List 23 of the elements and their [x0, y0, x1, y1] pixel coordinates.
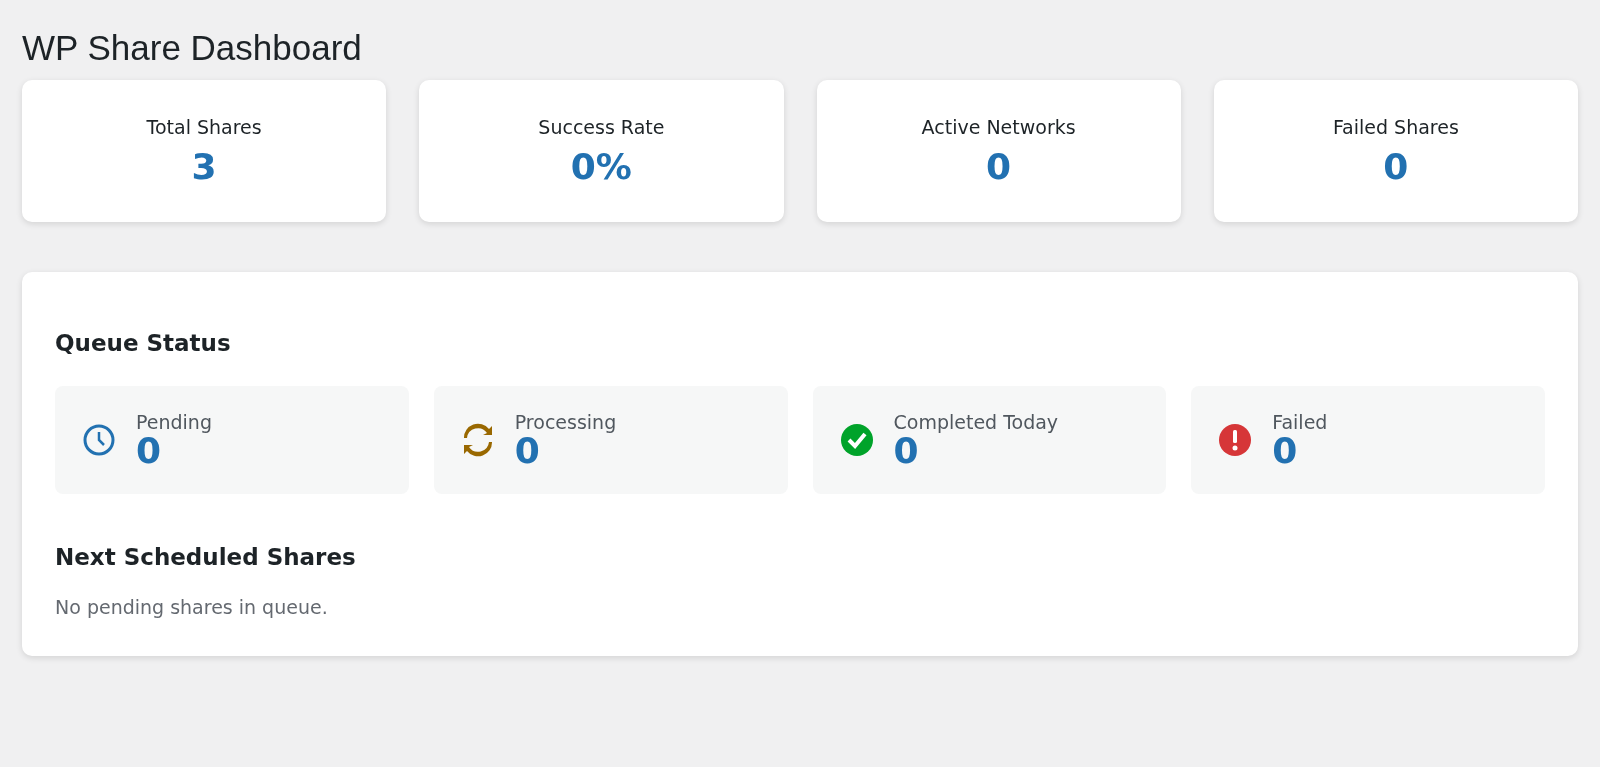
queue-label: Processing	[514, 411, 617, 433]
stat-value: 0	[986, 145, 1012, 187]
queue-value: 0	[1272, 433, 1299, 469]
clock-icon	[82, 423, 116, 457]
queue-label: Failed	[1272, 411, 1328, 433]
stat-label: Total Shares	[146, 115, 262, 138]
section-heading: Queue Status	[55, 330, 232, 356]
page-title: WP Share Dashboard	[22, 27, 363, 69]
alert-icon	[1218, 423, 1253, 457]
stat-value: 0%	[570, 145, 632, 187]
queue-value: 0	[136, 433, 162, 469]
section-heading: Next Scheduled Shares	[55, 544, 357, 570]
queue-label: Pending	[136, 411, 212, 433]
stat-label: Success Rate	[538, 115, 665, 138]
queue-label: Completed Today	[893, 411, 1059, 433]
stat-label: Active Networks	[921, 115, 1076, 138]
check-icon	[839, 423, 874, 457]
stat-value: 3	[191, 145, 217, 187]
empty-message: No pending shares in queue.	[55, 596, 329, 618]
stat-value: 0	[1383, 145, 1409, 187]
queue-value: 0	[893, 433, 919, 469]
stat-label: Failed Shares	[1332, 115, 1459, 138]
queue-value: 0	[514, 433, 540, 469]
